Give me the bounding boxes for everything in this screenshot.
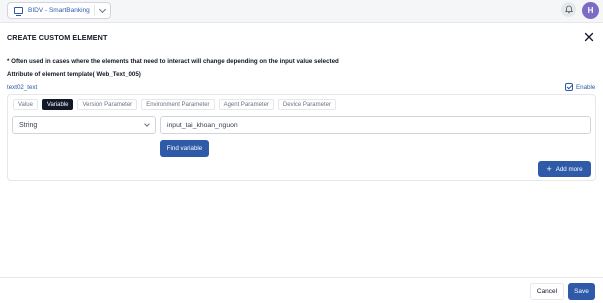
project-select-label: BIDV - SmartBanking <box>28 7 90 14</box>
add-more-button[interactable]: + Add more <box>538 161 591 177</box>
avatar[interactable]: H <box>582 2 599 19</box>
project-select[interactable]: BIDV - SmartBanking <box>7 2 111 19</box>
cancel-button[interactable]: Cancel <box>530 283 564 300</box>
type-select-value: String <box>19 121 38 129</box>
parameter-tabs: Value Variable Version Parameter Environ… <box>13 99 336 110</box>
dialog-footer: Cancel Save <box>0 277 603 303</box>
tab-environment-parameter[interactable]: Environment Parameter <box>141 99 215 110</box>
tab-value[interactable]: Value <box>13 99 38 110</box>
plus-icon: + <box>546 163 552 174</box>
variable-input[interactable] <box>160 116 591 134</box>
notifications-button[interactable] <box>561 2 576 17</box>
chevron-down-icon <box>144 121 150 127</box>
dialog-title: CREATE CUSTOM ELEMENT <box>7 33 108 42</box>
help-note: * Often used in cases where the elements… <box>7 58 339 65</box>
type-select[interactable]: String <box>12 116 156 134</box>
tab-agent-parameter[interactable]: Agent Parameter <box>218 99 274 110</box>
find-variable-button[interactable]: Find variable <box>160 140 209 157</box>
add-more-label: Add more <box>555 165 583 173</box>
tab-variable[interactable]: Variable <box>41 99 74 110</box>
checkbox-checked-icon <box>565 83 573 91</box>
attribute-label: Attribute of element template( Web_Text_… <box>7 71 141 78</box>
enable-label: Enable <box>576 83 596 91</box>
parameter-panel: Value Variable Version Parameter Environ… <box>7 94 596 181</box>
save-button[interactable]: Save <box>568 283 595 300</box>
bell-icon <box>564 5 573 14</box>
divider <box>94 5 95 16</box>
chevron-down-icon <box>98 5 107 14</box>
element-name-link[interactable]: text02_text <box>7 84 37 91</box>
tab-device-parameter[interactable]: Device Parameter <box>277 99 336 110</box>
enable-checkbox[interactable]: Enable <box>565 83 595 91</box>
monitor-icon <box>14 7 23 16</box>
close-icon[interactable] <box>584 32 594 42</box>
tab-version-parameter[interactable]: Version Parameter <box>77 99 138 110</box>
top-bar: BIDV - SmartBanking H <box>0 0 603 23</box>
